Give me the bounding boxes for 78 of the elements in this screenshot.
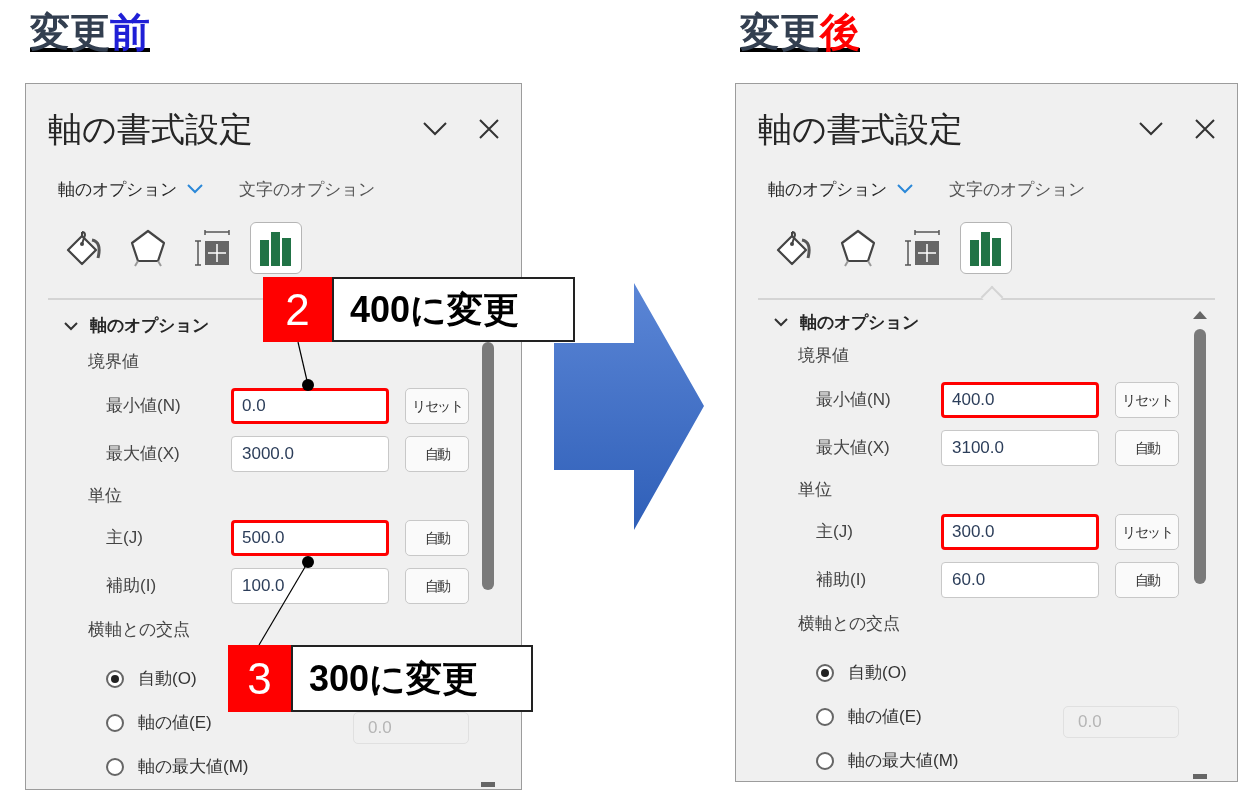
field-label: 主(J) (815, 520, 854, 543)
radio-button[interactable] (106, 670, 124, 688)
heading-text: 前 (110, 10, 150, 54)
group-title: 単位 (88, 485, 122, 508)
chevron-down-icon[interactable] (64, 321, 78, 331)
heading-text: 変更 (30, 10, 110, 54)
field-label: 補助(I) (105, 575, 158, 598)
radio-label: 軸の値(E) (138, 712, 212, 735)
field-button[interactable]: 自動 (1115, 561, 1179, 598)
radio-button[interactable] (106, 758, 124, 776)
field-label: 最小値(N) (815, 388, 892, 411)
option-tab[interactable]: 軸のオプション (58, 180, 203, 198)
field-label: 最大値(X) (815, 436, 891, 459)
input-field[interactable]: 400.0 (941, 381, 1099, 418)
input-field[interactable]: 3000.0 (231, 436, 389, 472)
heading-text: 変更 (740, 10, 820, 54)
input-field[interactable]: 3100.0 (941, 429, 1099, 466)
input-field[interactable]: 100.0 (231, 568, 389, 604)
radio-label: 軸の値(E) (848, 705, 922, 728)
callout-text: 400に変更 (332, 277, 575, 342)
close-icon[interactable] (479, 119, 499, 139)
field-button[interactable]: 自動 (1115, 429, 1179, 466)
radio-label: 自動(O) (848, 661, 907, 684)
step-number: 2 (263, 277, 332, 342)
chevron-down-icon[interactable] (774, 318, 788, 328)
radio-label: 軸の最大値(M) (138, 756, 249, 779)
icon-tab[interactable] (250, 222, 302, 274)
callout-text: 300に変更 (291, 645, 533, 712)
step-number: 3 (228, 645, 291, 712)
field-button[interactable]: リセット (1115, 513, 1179, 550)
chevron-down-icon[interactable] (1139, 122, 1163, 136)
paint-bucket-icon (774, 228, 814, 268)
input-field[interactable]: 60.0 (941, 561, 1099, 598)
field-button[interactable]: リセット (1115, 381, 1179, 418)
group-title: 境界値 (798, 344, 849, 367)
radio-button[interactable] (816, 663, 834, 682)
field-label: 最小値(N) (105, 395, 182, 418)
group-title: 横軸との交点 (798, 612, 900, 635)
scrollbar-thumb[interactable] (482, 342, 494, 590)
input-field[interactable]: 500.0 (231, 520, 389, 556)
field-label: 最大値(X) (105, 443, 181, 466)
leader-line (297, 341, 314, 391)
pentagon-icon (839, 228, 877, 268)
field-label: 補助(I) (815, 568, 868, 591)
input-field[interactable]: 300.0 (941, 513, 1099, 550)
scroll-up-icon[interactable] (1193, 310, 1207, 319)
pentagon-icon (129, 228, 167, 268)
pane-title: 軸の書式設定 (758, 112, 964, 146)
field-button[interactable]: 自動 (405, 568, 469, 604)
radio-button[interactable] (106, 714, 124, 732)
chevron-down-icon[interactable] (423, 122, 447, 136)
option-tab[interactable]: 軸のオプション (768, 180, 913, 198)
heading-text: 後 (820, 10, 860, 54)
group-title: 境界値 (88, 351, 139, 374)
field-button[interactable]: 自動 (405, 520, 469, 556)
group-title: 単位 (798, 478, 832, 501)
radio-label: 軸の最大値(M) (848, 749, 959, 772)
input-field[interactable]: 0.0 (231, 388, 389, 424)
scrollbar-thumb[interactable] (1194, 329, 1206, 584)
bar-chart-icon (968, 230, 1004, 266)
section-title: 軸のオプション (90, 315, 209, 338)
radio-label: 自動(O) (138, 668, 197, 691)
icon-tab[interactable] (960, 222, 1012, 274)
field-label: 主(J) (105, 527, 144, 550)
field-button[interactable]: リセット (405, 388, 469, 424)
close-icon[interactable] (1195, 119, 1215, 139)
section-title: 軸のオプション (800, 312, 919, 334)
size-properties-icon (903, 229, 941, 267)
radio-button[interactable] (816, 751, 834, 770)
option-tab[interactable]: 文字のオプション (949, 180, 1085, 198)
paint-bucket-icon (64, 228, 104, 268)
radio-button[interactable] (816, 707, 834, 726)
bar-chart-icon (258, 230, 294, 266)
field-button[interactable]: 自動 (405, 436, 469, 472)
pane-title: 軸の書式設定 (48, 112, 254, 146)
size-properties-icon (193, 229, 231, 267)
option-tab[interactable]: 文字のオプション (239, 180, 375, 198)
group-title: 横軸との交点 (88, 619, 190, 642)
